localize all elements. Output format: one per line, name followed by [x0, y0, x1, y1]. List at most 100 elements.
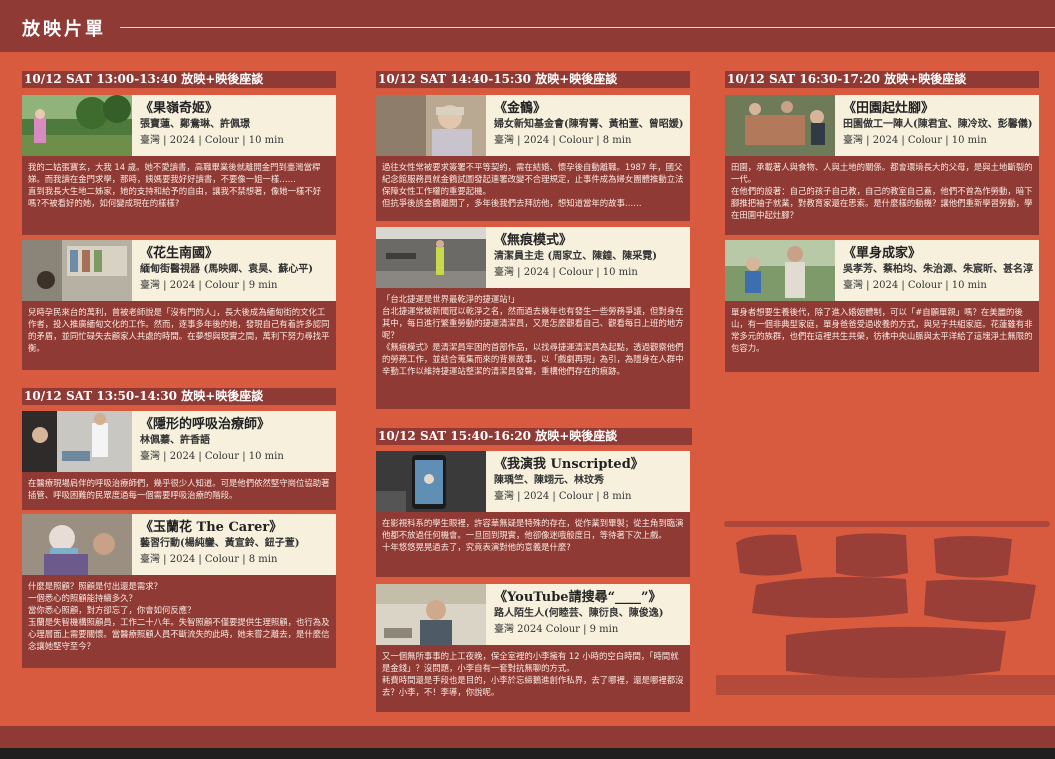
bottom-band — [0, 726, 1055, 748]
film-thumbnail — [725, 240, 835, 301]
film-info: 《YouTube請搜尋“____”》 路人陌生人(何睦芸、陳衍良、陳俊逸) 臺灣… — [486, 584, 690, 645]
film-title: 《無痕模式》 — [494, 233, 573, 248]
session-header-5: 10/12 SAT 16:30-17:20 放映+映後座談 — [725, 71, 1039, 88]
film-description: 我的二姑張寶玄，大我 14 歲。她不愛讀書，高職畢業後就離開金門到臺灣當桿娣。而… — [22, 156, 336, 235]
desc-paragraph: 田園，承載著人與食物、人與土地的關係。都會環境長大的父母，是與土地斷裂的一代。 — [731, 162, 1033, 184]
session-header-3: 10/12 SAT 14:40-15:30 放映+映後座談 — [376, 71, 690, 88]
desc-paragraph: 玉蘭是失智機構照顧員，工作二十八年。失智照顧不僅要提供生理照顧，也行為及心理層面… — [28, 617, 330, 651]
film-meta: 臺灣 | 2024 | Colour | 9 min — [140, 280, 278, 291]
desc-paragraph: 在醫療現場肩伴的呼吸治療師們，幾乎很少人知道。可是他們依然堅守崗位協助著插管、呼… — [28, 478, 330, 500]
film-description: 兒時孕民來台的萬利，曾被老師說是「沒有門的人」，長大後成為緬甸街的文化工作者，投… — [22, 301, 336, 370]
film-description: 在醫療現場肩伴的呼吸治療師們，幾乎很少人知道。可是他們依然堅守崗位協助著插管、呼… — [22, 472, 336, 510]
caregiver-photo-icon — [22, 514, 132, 575]
desc-paragraph: 台北捷運常被新聞冠以乾淨之名，然而過去幾年也有發生一些勞務爭議，但對身在其中，每… — [382, 306, 684, 340]
park-photo-icon — [22, 95, 132, 156]
film-description: 在影視科系的學生眼裡，許容華無疑是特殊的存在，從作業到畢製；從主角到臨演他都不放… — [376, 512, 690, 577]
film-thumbnail — [22, 95, 132, 156]
desc-paragraph: 兒時孕民來台的萬利，曾被老師說是「沒有門的人」，長大後成為緬甸街的文化工作者，投… — [28, 307, 330, 353]
film-info: 《單身成家》 吳孝芳、蔡柏均、朱治源、朱宸昕、甚名淳 臺灣 | 2024 | C… — [835, 240, 1039, 301]
film-meta: 臺灣 | 2024 | Colour | 10 min — [140, 451, 284, 462]
film-card-single-family[interactable]: 《單身成家》 吳孝芳、蔡柏均、朱治源、朱宸昕、甚名淳 臺灣 | 2024 | C… — [725, 240, 1039, 372]
film-thumbnail — [376, 227, 486, 288]
father-son-photo-icon — [725, 240, 835, 301]
film-title: 《我演我 Unscripted》 — [494, 457, 644, 472]
film-description: 什麼是照顧？照顧是付出還是需求？ 一個悉心的照顧能持續多久？ 當你悉心照顧，對方… — [22, 575, 336, 668]
desc-paragraph: 在影視科系的學生眼裡，許容華無疑是特殊的存在，從作業到畢製；從主角到臨演他都不放… — [382, 518, 684, 540]
film-info: 《花生南國》 緬甸街醫視器 (馬映卿、袁昊、蘇心平) 臺灣 | 2024 | C… — [132, 240, 336, 301]
film-card-the-carer[interactable]: 《玉蘭花 The Carer》 藝習行動(楊純鑾、黃宣鈴、鈕子萱) 臺灣 | 2… — [22, 514, 336, 668]
film-credit: 張寶蓮、鄭鴦琳、許佩璟 — [140, 119, 250, 130]
desc-paragraph: 但抗爭後該金鶴離開了，多年後我們去拜訪他，想知道當年的故事…… — [382, 198, 642, 208]
film-thumbnail — [22, 240, 132, 301]
film-meta: 臺灣 | 2024 | Colour | 10 min — [843, 280, 987, 291]
desc-paragraph: 十年悠悠晃晃過去了，究竟表演對他的意義是什麼? — [382, 542, 571, 552]
film-description: 「台北捷運是世界最乾淨的捷運站!」 台北捷運常被新聞冠以乾淨之名，然而過去幾年也… — [376, 288, 690, 409]
film-card-invisible-therapist[interactable]: 《隱形的呼吸治療師》 林佩蓁、許香語 臺灣 | 2024 | Colour | … — [22, 411, 336, 510]
film-title: 《單身成家》 — [843, 246, 922, 261]
screening-list-page: 放映片單 10/12 SAT 13:00-13:40 放映+映後座談 《果嶺奇姬… — [0, 0, 1055, 748]
film-title: 《YouTube請搜尋“____”》 — [494, 590, 662, 605]
film-card-traceless-mode[interactable]: 《無痕模式》 清潔員主走 (周家立、陳鍠、陳采霓) 臺灣 | 2024 | Co… — [376, 227, 690, 409]
clinic-photo-icon — [22, 411, 132, 472]
film-meta: 臺灣 2024 Colour | 9 min — [494, 624, 619, 635]
street-photo-icon — [22, 240, 132, 301]
film-credit: 林佩蓁、許香語 — [140, 435, 210, 446]
film-info: 《田園起灶腳》 田園做工一陣人(陳君宜、陳冷玟、彭馨儀) 臺灣 | 2024 |… — [835, 95, 1039, 156]
film-title: 《花生南國》 — [140, 246, 219, 261]
film-thumbnail — [22, 514, 132, 575]
desc-paragraph: 一個悉心的照顧能持續多久？ — [28, 593, 137, 603]
film-info: 《我演我 Unscripted》 陳瑀竺、陳翊元、林玟秀 臺灣 | 2024 |… — [486, 451, 690, 512]
film-description: 過往女性常被要求簽署不平等契約，需在結婚、懷孕後自動離職。1987 年，國父紀念… — [376, 156, 690, 221]
header-bar: 放映片單 — [0, 0, 1055, 52]
film-info: 《隱形的呼吸治療師》 林佩蓁、許香語 臺灣 | 2024 | Colour | … — [132, 411, 336, 472]
film-card-hua-sheng-nan-guo[interactable]: 《花生南國》 緬甸街醫視器 (馬映卿、袁昊、蘇心平) 臺灣 | 2024 | C… — [22, 240, 336, 370]
desc-paragraph: 耗費時間還是手段也是目的，小李於忘締鵝進創作私界，去了哪裡，還是哪裡都沒去？小李… — [382, 675, 684, 697]
farm-cooking-photo-icon — [725, 95, 835, 156]
film-credit: 陳瑀竺、陳翊元、林玟秀 — [494, 475, 604, 486]
desc-paragraph: 在他們的設著：自己的孩子自己教，自己的教室自己蓋，他們不曾為作勞動，暗下腳推把袖… — [731, 186, 1033, 220]
film-credit: 路人陌生人(何睦芸、陳衍良、陳俊逸) — [494, 608, 664, 619]
film-meta: 臺灣 | 2024 | Colour | 10 min — [843, 135, 987, 146]
desc-paragraph: 《無痕模式》是清潔員牢困的首部作品，以找尋捷運清潔員為起點，透過觀察他們的勞務工… — [382, 342, 684, 376]
cinema-seats-icon — [716, 521, 1055, 695]
desc-paragraph: 單身者想要生養後代，除了進入婚姻體制，可以「#自願單親」嗎？在美麗的後山，有一個… — [731, 307, 1033, 353]
page-title: 放映片單 — [22, 19, 106, 40]
film-title: 《金鶴》 — [494, 101, 547, 116]
desc-paragraph: 什麼是照顧？照顧是付出還是需求？ — [28, 581, 162, 591]
film-info: 《金鶴》 婦女新知基金會(陳宥菁、黃柏萱、曾昭媛) 臺灣 | 2024 | Co… — [486, 95, 690, 156]
film-credit: 清潔員主走 (周家立、陳鍠、陳采霓) — [494, 251, 657, 262]
film-card-youtube-search[interactable]: 《YouTube請搜尋“____”》 路人陌生人(何睦芸、陳衍良、陳俊逸) 臺灣… — [376, 584, 690, 712]
film-credit: 緬甸街醫視器 (馬映卿、袁昊、蘇心平) — [140, 264, 313, 275]
security-room-photo-icon — [376, 584, 486, 645]
film-card-unscripted[interactable]: 《我演我 Unscripted》 陳瑀竺、陳翊元、林玟秀 臺灣 | 2024 |… — [376, 451, 690, 577]
film-title: 《隱形的呼吸治療師》 — [140, 417, 271, 432]
footer-strip — [0, 748, 1055, 759]
phone-screen-photo-icon — [376, 451, 486, 512]
film-info: 《果嶺奇姬》 張寶蓮、鄭鴦琳、許佩璟 臺灣 | 2024 | Colour | … — [132, 95, 336, 156]
film-meta: 臺灣 | 2024 | Colour | 8 min — [140, 554, 278, 565]
film-thumbnail — [725, 95, 835, 156]
desc-paragraph: 過往女性常被要求簽署不平等契約，需在結婚、懷孕後自動離職。1987 年，國父紀念… — [382, 162, 684, 196]
film-meta: 臺灣 | 2024 | Colour | 10 min — [140, 135, 284, 146]
film-card-jin-he[interactable]: 《金鶴》 婦女新知基金會(陳宥菁、黃柏萱、曾昭媛) 臺灣 | 2024 | Co… — [376, 95, 690, 221]
film-description: 又一個無所事事的上工夜晚，保全室裡的小李擁有 12 小時的空白時間，「時間就是金… — [376, 645, 690, 712]
film-card-tian-yuan[interactable]: 《田園起灶腳》 田園做工一陣人(陳君宜、陳冷玟、彭馨儀) 臺灣 | 2024 |… — [725, 95, 1039, 235]
session-header-2: 10/12 SAT 13:50-14:30 放映+映後座談 — [22, 388, 336, 405]
film-card-guo-ling-qi-ji[interactable]: 《果嶺奇姬》 張寶蓮、鄭鴦琳、許佩璟 臺灣 | 2024 | Colour | … — [22, 95, 336, 235]
film-meta: 臺灣 | 2024 | Colour | 8 min — [494, 135, 632, 146]
session-header-4: 10/12 SAT 15:40-16:20 放映+映後座談 — [376, 428, 692, 445]
metro-station-photo-icon — [376, 227, 486, 288]
film-credit: 婦女新知基金會(陳宥菁、黃柏萱、曾昭媛) — [494, 119, 684, 130]
desc-paragraph: 「台北捷運是世界最乾淨的捷運站!」 — [382, 294, 520, 304]
session-header-1: 10/12 SAT 13:00-13:40 放映+映後座談 — [22, 71, 336, 88]
film-description: 單身者想要生養後代，除了進入婚姻體制，可以「#自願單親」嗎？在美麗的後山，有一個… — [725, 301, 1039, 372]
film-title: 《玉蘭花 The Carer》 — [140, 520, 283, 535]
desc-paragraph: 當你悉心照顧，對方卻忘了，你會如何反應？ — [28, 605, 196, 615]
film-thumbnail — [376, 451, 486, 512]
film-title: 《田園起灶腳》 — [843, 101, 935, 116]
film-info: 《無痕模式》 清潔員主走 (周家立、陳鍠、陳采霓) 臺灣 | 2024 | Co… — [486, 227, 690, 288]
interview-photo-icon — [376, 95, 486, 156]
desc-paragraph: 又一個無所事事的上工夜晚，保全室裡的小李擁有 12 小時的空白時間，「時間就是金… — [382, 651, 679, 673]
film-credit: 藝習行動(楊純鑾、黃宣鈴、鈕子萱) — [140, 538, 300, 549]
desc-paragraph: 我的二姑張寶玄，大我 14 歲。她不愛讀書，高職畢業後就離開金門到臺灣當桿娣。而… — [28, 162, 321, 184]
